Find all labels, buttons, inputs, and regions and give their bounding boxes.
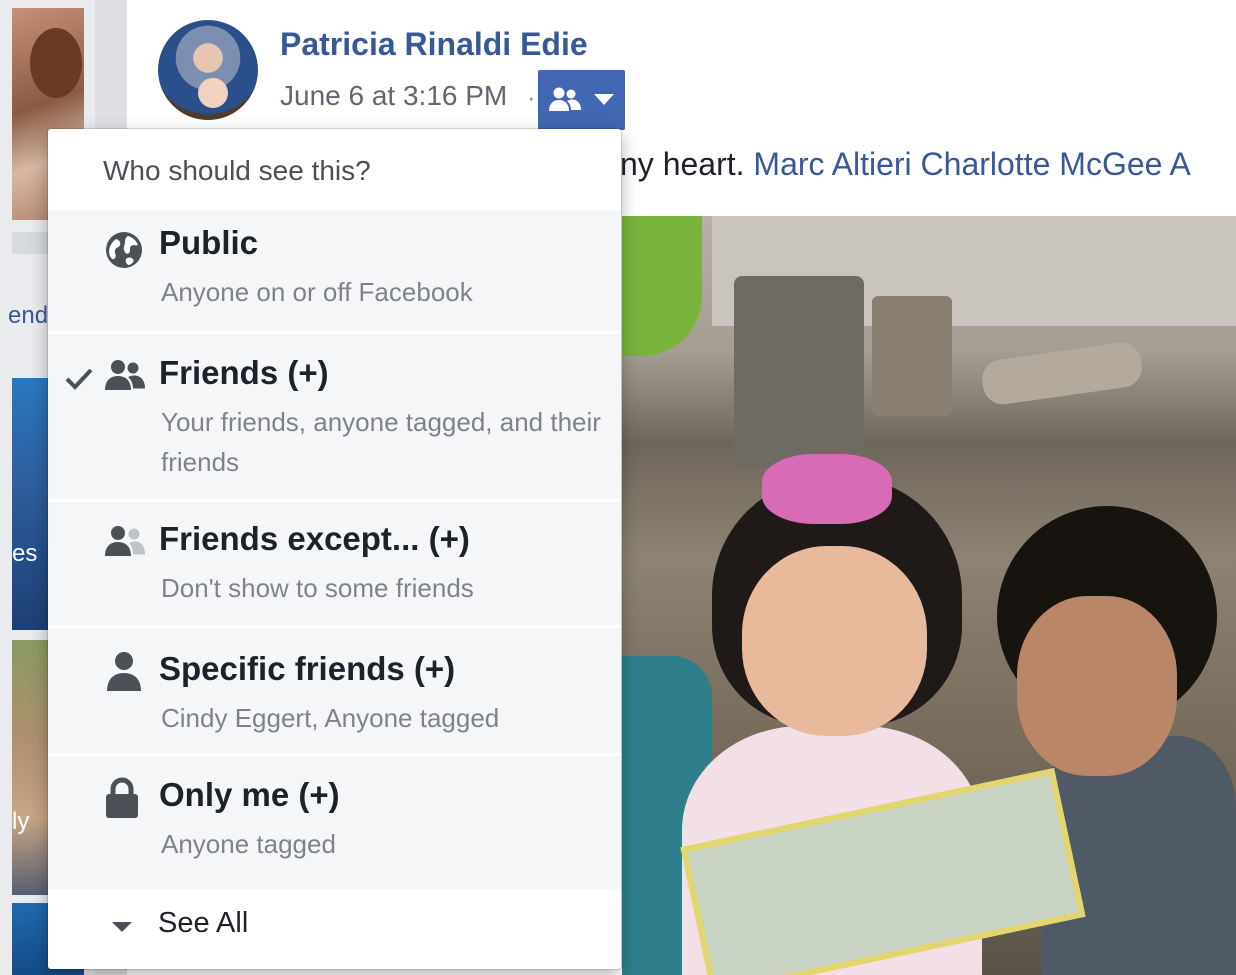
tagged-friend-link[interactable]: Charlotte McGee bbox=[921, 146, 1163, 182]
audience-option-specific-friends[interactable]: Specific friends (+) Cindy Eggert, Anyon… bbox=[48, 625, 621, 756]
timestamp-separator: · bbox=[527, 82, 536, 112]
audience-option-title: Public bbox=[159, 224, 259, 261]
author-avatar[interactable] bbox=[158, 20, 258, 120]
audience-option-friends[interactable]: Friends (+) Your friends, anyone tagged,… bbox=[48, 331, 621, 502]
thumbnail-face bbox=[30, 28, 82, 98]
tagged-friend-link[interactable]: Marc Altieri bbox=[753, 146, 911, 182]
photo-stump bbox=[872, 296, 952, 416]
globe-icon bbox=[104, 230, 144, 270]
triangle-down-icon bbox=[112, 922, 132, 932]
post-author-name[interactable]: Patricia Rinaldi Edie bbox=[280, 26, 588, 63]
avatar-child bbox=[198, 78, 228, 108]
checkmark-icon bbox=[64, 364, 94, 394]
audience-menu-header: Who should see this? bbox=[48, 129, 621, 207]
audience-dropdown-menu: Who should see this? Public Anyone on or… bbox=[48, 129, 621, 969]
post-body-text: ny heart. bbox=[620, 146, 745, 182]
audience-option-description: Your friends, anyone tagged, and their f… bbox=[161, 407, 601, 477]
audience-selector-button[interactable] bbox=[538, 70, 625, 130]
photo-girl-face bbox=[742, 546, 927, 736]
see-all-label: See All bbox=[158, 907, 249, 939]
friends-icon bbox=[548, 86, 582, 119]
photo-boy-face bbox=[1017, 596, 1177, 776]
post-timestamp[interactable]: June 6 at 3:16 PM bbox=[280, 80, 507, 112]
photo-stump bbox=[734, 276, 864, 466]
audience-option-title: Friends (+) bbox=[159, 354, 329, 391]
photo-log bbox=[979, 340, 1145, 407]
audience-option-title: Friends except... (+) bbox=[159, 520, 470, 557]
audience-option-description: Anyone on or off Facebook bbox=[161, 277, 473, 307]
friends-icon bbox=[104, 358, 145, 398]
photo-foliage bbox=[622, 216, 702, 356]
audience-option-friends-except[interactable]: Friends except... (+) Don't show to some… bbox=[48, 499, 621, 628]
left-column-link[interactable]: end bbox=[8, 302, 48, 330]
audience-option-title: Only me (+) bbox=[159, 776, 340, 813]
friends-except-icon bbox=[104, 524, 145, 564]
audience-option-only-me[interactable]: Only me (+) Anyone tagged bbox=[48, 753, 621, 892]
audience-option-description: Cindy Eggert, Anyone tagged bbox=[161, 703, 500, 733]
audience-option-title: Specific friends (+) bbox=[159, 650, 456, 687]
photo-hair-bow bbox=[762, 454, 892, 524]
post-text: ny heart. Marc Altieri Charlotte McGee A bbox=[620, 146, 1191, 183]
post-photo[interactable] bbox=[622, 216, 1236, 975]
see-all-button[interactable]: See All bbox=[48, 889, 621, 969]
thumbnail-label: ly bbox=[12, 808, 30, 835]
lock-icon bbox=[104, 776, 144, 818]
audience-option-description: Anyone tagged bbox=[161, 829, 336, 859]
person-icon bbox=[104, 650, 144, 691]
chevron-down-icon bbox=[594, 94, 614, 105]
audience-option-public[interactable]: Public Anyone on or off Facebook bbox=[48, 207, 621, 334]
audience-option-description: Don't show to some friends bbox=[161, 573, 474, 603]
thumbnail-label: es bbox=[12, 540, 38, 567]
tagged-friend-link[interactable]: A bbox=[1170, 146, 1191, 182]
audience-menu-title: Who should see this? bbox=[103, 155, 371, 186]
